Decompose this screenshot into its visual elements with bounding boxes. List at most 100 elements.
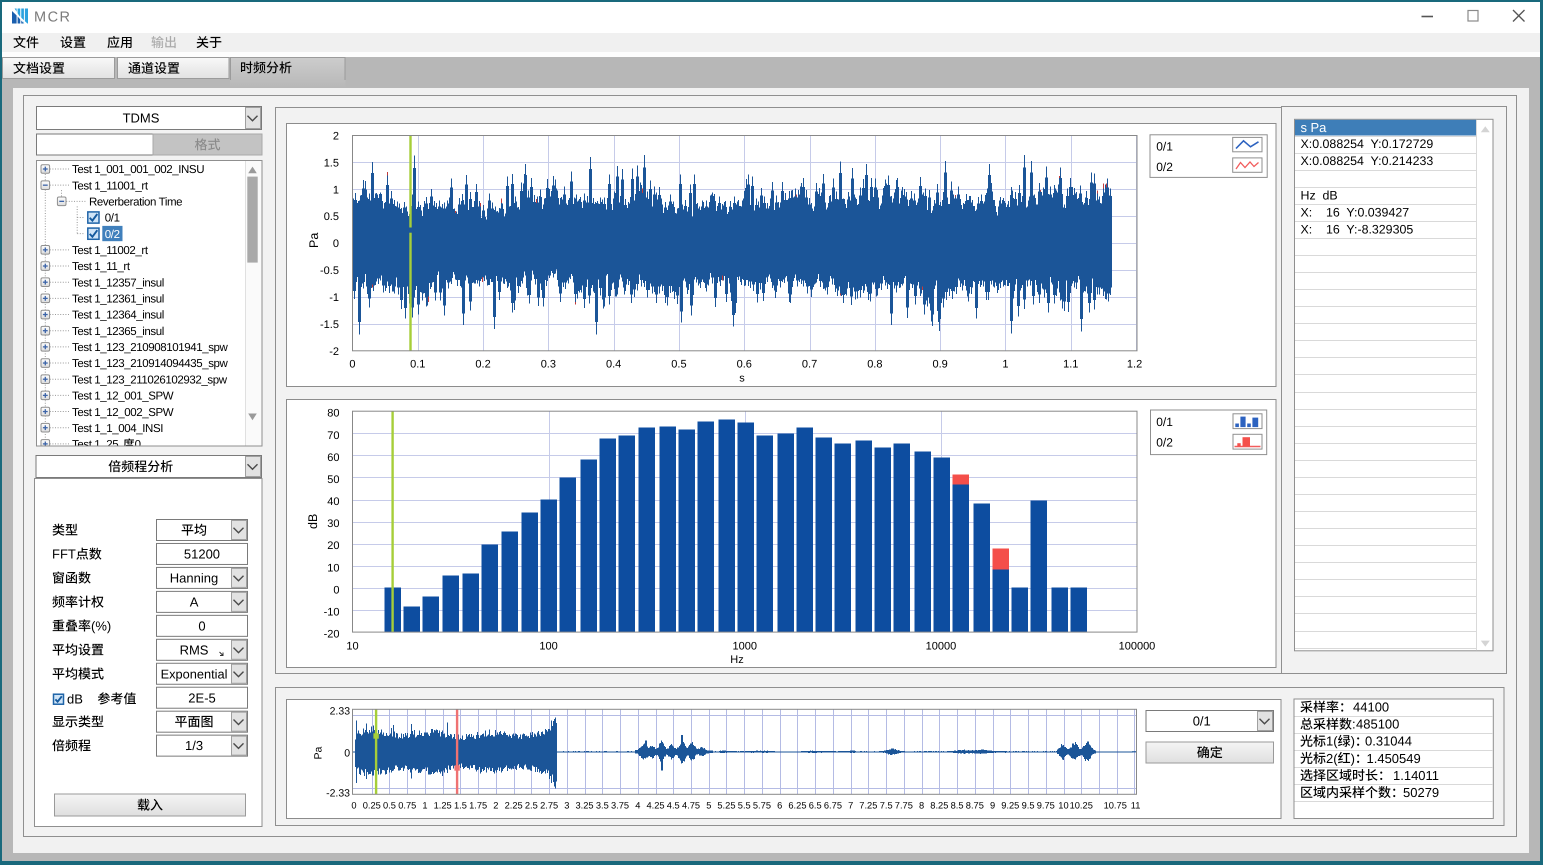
svg-text:10.25: 10.25 [1070, 801, 1093, 811]
svg-text:Test 1_12365_insul: Test 1_12365_insul [72, 326, 164, 338]
svg-text:0.31044: 0.31044 [1365, 734, 1412, 749]
svg-text:X:0.088254 Y:0.172729: X:0.088254 Y:0.172729 [1301, 137, 1434, 151]
svg-text:0/2: 0/2 [1156, 160, 1173, 174]
svg-text:0/1: 0/1 [1156, 140, 1173, 154]
svg-text:Test 1_11_rt: Test 1_11_rt [72, 261, 131, 273]
svg-text:10.75: 10.75 [1104, 801, 1127, 811]
svg-text:8: 8 [919, 801, 924, 811]
svg-text:3.75: 3.75 [611, 801, 629, 811]
svg-text:4: 4 [635, 801, 640, 811]
svg-text:8.5: 8.5 [951, 801, 964, 811]
svg-text:6.5: 6.5 [809, 801, 822, 811]
svg-text:0.6: 0.6 [737, 359, 752, 371]
svg-text:7.75: 7.75 [895, 801, 913, 811]
svg-text:MCR: MCR [34, 10, 72, 26]
svg-text:1(: 1( [1326, 734, 1338, 749]
svg-text:0: 0 [333, 238, 339, 250]
svg-text:RMS: RMS [180, 642, 209, 657]
svg-text:X: 16 Y:-8.329305: X: 16 Y:-8.329305 [1301, 222, 1414, 236]
svg-text:3: 3 [564, 801, 569, 811]
svg-text:2E-5: 2E-5 [188, 690, 215, 705]
svg-text:70: 70 [327, 430, 339, 442]
svg-text:10: 10 [346, 641, 358, 653]
svg-text:Test 1_001_001_002_INSU: Test 1_001_001_002_INSU [72, 164, 204, 176]
svg-text:3.5: 3.5 [596, 801, 609, 811]
svg-text:100000: 100000 [1119, 641, 1156, 653]
svg-text:0/2: 0/2 [1156, 435, 1173, 449]
svg-text:Exponential: Exponential [161, 666, 228, 681]
svg-text:Pa: Pa [307, 233, 321, 248]
svg-text:TDMS: TDMS [123, 111, 160, 126]
svg-text:dB: dB [67, 691, 83, 706]
svg-text:Test 1_11002_rt: Test 1_11002_rt [72, 245, 149, 257]
svg-text:10000: 10000 [926, 641, 957, 653]
svg-text:7.5: 7.5 [880, 801, 893, 811]
svg-text:0.75: 0.75 [398, 801, 416, 811]
svg-text:9.75: 9.75 [1037, 801, 1055, 811]
svg-text:1.2: 1.2 [1127, 359, 1142, 371]
svg-text:Test 1_11001_rt: Test 1_11001_rt [72, 180, 149, 192]
svg-text:2.25: 2.25 [505, 801, 523, 811]
svg-text:Pa: Pa [1311, 120, 1328, 135]
svg-text:20: 20 [327, 540, 339, 552]
svg-text:-2.33: -2.33 [326, 787, 350, 799]
svg-text:s: s [1301, 120, 1308, 135]
svg-text:Test 1_12357_insul: Test 1_12357_insul [72, 277, 164, 289]
svg-text:8.75: 8.75 [966, 801, 984, 811]
svg-text:1/3: 1/3 [185, 738, 203, 753]
svg-text:2: 2 [493, 801, 498, 811]
svg-text:0.7: 0.7 [802, 359, 817, 371]
svg-text:44100: 44100 [1353, 700, 1389, 715]
svg-text:-1.5: -1.5 [320, 319, 339, 331]
svg-text:1.1: 1.1 [1063, 359, 1078, 371]
svg-text:0.8: 0.8 [867, 359, 882, 371]
svg-text:1.14011: 1.14011 [1393, 768, 1439, 783]
svg-text:1.25: 1.25 [434, 801, 452, 811]
svg-text:0/1: 0/1 [1156, 415, 1173, 429]
svg-text:9.25: 9.25 [1001, 801, 1019, 811]
svg-text:50: 50 [327, 474, 339, 486]
svg-text:5.75: 5.75 [753, 801, 771, 811]
svg-text:30: 30 [327, 518, 339, 530]
svg-text:2(: 2( [1326, 751, 1338, 766]
svg-text:0.4: 0.4 [606, 359, 621, 371]
svg-text:0.5: 0.5 [324, 211, 339, 223]
svg-text:5.5: 5.5 [738, 801, 751, 811]
svg-text:5.25: 5.25 [717, 801, 735, 811]
svg-text:FFT: FFT [52, 547, 76, 562]
svg-text:100: 100 [539, 641, 557, 653]
svg-text:0.5: 0.5 [383, 801, 396, 811]
svg-text:-1: -1 [329, 292, 339, 304]
svg-text:5: 5 [706, 801, 711, 811]
svg-text:Test 1_123_210908101941_spw: Test 1_123_210908101941_spw [72, 342, 229, 354]
svg-text:0: 0 [198, 618, 205, 633]
svg-text:2: 2 [333, 131, 339, 143]
svg-text:6.75: 6.75 [824, 801, 842, 811]
svg-text:8.25: 8.25 [930, 801, 948, 811]
svg-text:7.25: 7.25 [859, 801, 877, 811]
svg-text:A: A [190, 595, 199, 610]
svg-text:0.2: 0.2 [475, 359, 490, 371]
svg-text:80: 80 [327, 408, 339, 420]
svg-text:9: 9 [990, 801, 995, 811]
svg-text:X: 16 Y:0.039427: X: 16 Y:0.039427 [1301, 205, 1410, 219]
svg-text:0.9: 0.9 [933, 359, 948, 371]
svg-text:dB: dB [306, 514, 320, 529]
svg-text:0.3: 0.3 [541, 359, 556, 371]
svg-text:0.1: 0.1 [410, 359, 425, 371]
svg-text:Hz: Hz [730, 654, 743, 666]
svg-text:Test 1_1_004_INSI: Test 1_1_004_INSI [72, 423, 163, 435]
svg-text:1.5: 1.5 [454, 801, 467, 811]
svg-text:Test 1_123_210914094435_spw: Test 1_123_210914094435_spw [72, 358, 229, 370]
svg-text:0/1: 0/1 [1193, 714, 1211, 729]
svg-text:-0.5: -0.5 [320, 265, 339, 277]
svg-text:1: 1 [333, 184, 339, 196]
svg-text:1000: 1000 [733, 641, 757, 653]
svg-text:0: 0 [333, 584, 339, 596]
svg-text:10: 10 [327, 562, 339, 574]
svg-text:1.75: 1.75 [469, 801, 487, 811]
svg-text:1.5: 1.5 [324, 157, 339, 169]
svg-text:6: 6 [777, 801, 782, 811]
svg-text:0: 0 [344, 747, 350, 759]
svg-text:50279: 50279 [1403, 785, 1439, 800]
